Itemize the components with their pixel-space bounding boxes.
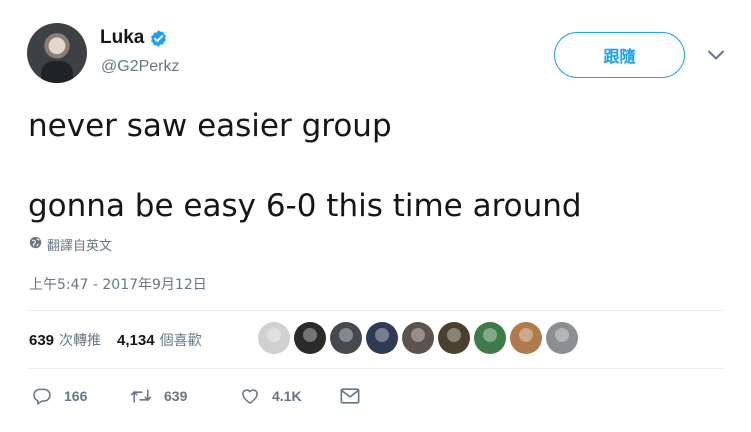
heart-icon bbox=[240, 386, 260, 406]
retweet-icon bbox=[130, 386, 152, 406]
liker-avatar[interactable] bbox=[366, 322, 398, 354]
user-name-row: Luka bbox=[100, 27, 168, 49]
retweet-stat-label[interactable]: 次轉推 bbox=[59, 330, 101, 350]
display-name[interactable]: Luka bbox=[100, 27, 144, 49]
liker-avatar[interactable] bbox=[294, 322, 326, 354]
liker-avatar[interactable] bbox=[438, 322, 470, 354]
liker-avatar[interactable] bbox=[258, 322, 290, 354]
like-button[interactable]: 4.1K bbox=[240, 386, 340, 406]
tweet-text-line-1: never saw easier group bbox=[28, 108, 392, 144]
reply-count: 166 bbox=[64, 388, 88, 404]
liker-avatar[interactable] bbox=[402, 322, 434, 354]
reply-button[interactable]: 166 bbox=[32, 386, 130, 406]
retweet-stat-count[interactable]: 639 bbox=[29, 332, 54, 349]
reply-icon bbox=[32, 386, 52, 406]
tweet-timestamp[interactable]: 上午5:47 - 2017年9月12日 bbox=[29, 274, 207, 294]
like-stat-count[interactable]: 4,134 bbox=[117, 332, 155, 349]
envelope-icon bbox=[340, 387, 360, 405]
follow-button[interactable]: 跟隨 bbox=[554, 32, 685, 78]
liker-avatars bbox=[258, 322, 582, 354]
divider bbox=[28, 310, 723, 311]
retweet-count: 639 bbox=[164, 388, 188, 404]
tweet-stats: 639 次轉推 4,134 個喜歡 bbox=[29, 330, 202, 350]
like-count: 4.1K bbox=[272, 388, 302, 404]
user-handle[interactable]: @G2Perkz bbox=[101, 58, 179, 76]
like-stat-label[interactable]: 個喜歡 bbox=[160, 330, 202, 350]
tweet-text-line-2: gonna be easy 6-0 this time around bbox=[28, 188, 582, 224]
tweet-actions: 166 639 4.1K bbox=[32, 386, 360, 406]
liker-avatar[interactable] bbox=[330, 322, 362, 354]
verified-badge-icon bbox=[149, 29, 168, 48]
globe-icon bbox=[29, 236, 42, 254]
retweet-button[interactable]: 639 bbox=[130, 386, 240, 406]
divider bbox=[28, 368, 723, 369]
liker-avatar[interactable] bbox=[510, 322, 542, 354]
direct-message-button[interactable] bbox=[340, 387, 360, 405]
liker-avatar[interactable] bbox=[546, 322, 578, 354]
chevron-down-icon[interactable] bbox=[707, 48, 725, 60]
translate-label: 翻譯自英文 bbox=[47, 239, 113, 254]
liker-avatar[interactable] bbox=[474, 322, 506, 354]
user-avatar[interactable] bbox=[27, 23, 87, 83]
translate-link[interactable]: 翻譯自英文 bbox=[29, 235, 112, 254]
